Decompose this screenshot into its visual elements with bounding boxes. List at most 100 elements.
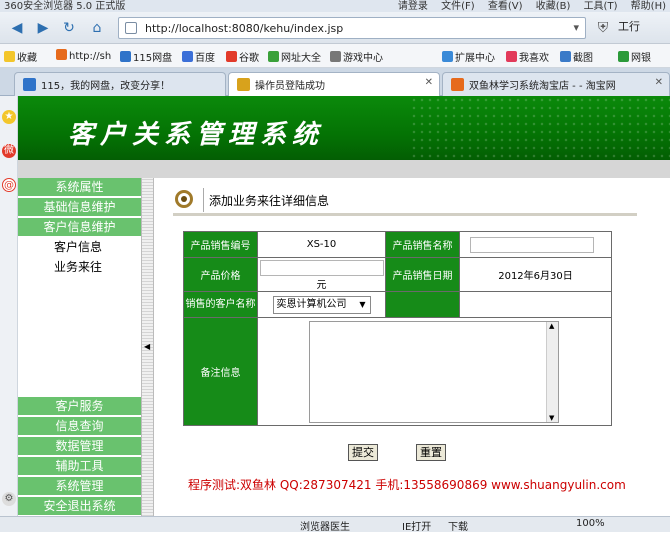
section-title: 添加业务来往详细信息 xyxy=(209,194,330,208)
weibo-icon[interactable]: 微 xyxy=(2,144,16,158)
fav-item-baidu[interactable]: 百度 xyxy=(182,49,215,64)
menu-item-customer-info[interactable]: 客户信息维护 xyxy=(18,218,141,237)
reset-button[interactable]: 重置 xyxy=(416,444,446,461)
status-ie-open[interactable]: IE打开 xyxy=(402,518,431,533)
menu-item-query[interactable]: 信息查询 xyxy=(18,417,141,436)
home-icon[interactable]: ⌂ xyxy=(86,18,108,38)
site-icon xyxy=(120,51,131,62)
price-unit: 元 xyxy=(316,280,327,291)
banner-pattern xyxy=(410,96,670,160)
menu-item-basic-info[interactable]: 基础信息维护 xyxy=(18,198,141,217)
product-id-value: XS-10 xyxy=(257,231,386,258)
tab-login-success[interactable]: 操作员登陆成功 ✕ xyxy=(228,72,440,96)
fav-item-http[interactable]: http://sh xyxy=(56,49,111,62)
address-bar[interactable]: http://localhost:8080/kehu/index.jsp ▾ xyxy=(118,17,586,39)
browser-titlebar: 360安全浏览器 5.0 正式版 请登录 文件(F) 查看(V) 收藏(B) 工… xyxy=(0,0,670,12)
site-icon xyxy=(237,78,250,91)
browser-menubar: 请登录 文件(F) 查看(V) 收藏(B) 工具(T) 帮助(H) xyxy=(388,0,666,12)
fav-item-collect[interactable]: 收藏 xyxy=(4,49,37,64)
menu-item-system-properties[interactable]: 系统属性 xyxy=(18,178,141,197)
browser-navbar: ◀ ▶ ↻ ⌂ http://localhost:8080/kehu/index… xyxy=(0,12,670,44)
site-icon xyxy=(23,78,36,91)
forward-icon[interactable]: ▶ xyxy=(32,18,54,38)
close-icon[interactable]: ✕ xyxy=(425,77,433,88)
scissors-icon xyxy=(560,51,571,62)
price-label: 产品价格 xyxy=(183,257,258,292)
menu-item-logout[interactable]: 安全退出系统 xyxy=(18,497,141,516)
page-icon xyxy=(125,22,137,34)
fav-item-games[interactable]: 游戏中心 xyxy=(330,49,383,64)
gear-icon[interactable]: ⚙ xyxy=(2,492,16,506)
menu-favorites[interactable]: 收藏(B) xyxy=(536,1,571,12)
menu-item-customer-service[interactable]: 客户服务 xyxy=(18,397,141,416)
at-icon[interactable]: @ xyxy=(2,178,16,192)
site-icon xyxy=(268,51,279,62)
puzzle-icon xyxy=(442,51,453,62)
menu-sub-customer-info[interactable]: 客户信息 xyxy=(54,238,102,255)
site-icon xyxy=(226,51,237,62)
menu-item-tools[interactable]: 辅助工具 xyxy=(18,457,141,476)
business-form: 产品销售编号 XS-10 产品销售名称 产品价格 元 产品销售日期 2012年6… xyxy=(183,231,612,426)
refresh-icon[interactable]: ↻ xyxy=(58,18,80,38)
bank-icon xyxy=(618,51,629,62)
menu-view[interactable]: 查看(V) xyxy=(488,1,523,12)
tab-taobao[interactable]: 双鱼林学习系统淘宝店 - - 淘宝网 ✕ xyxy=(442,72,670,96)
remark-textarea[interactable]: ▲ ▼ xyxy=(309,320,559,423)
menu-sub-business[interactable]: 业务来往 xyxy=(54,258,102,275)
sale-date-label: 产品销售日期 xyxy=(385,257,460,292)
customer-select[interactable]: 奕恩计算机公司 ▼ xyxy=(272,295,371,314)
tools-button[interactable]: 工行 xyxy=(618,18,640,34)
fav-item-google[interactable]: 谷歌 xyxy=(226,49,259,64)
menu-item-system-management[interactable]: 系统管理 xyxy=(18,477,141,496)
address-url[interactable]: http://localhost:8080/kehu/index.jsp xyxy=(145,22,343,35)
product-id-label: 产品销售编号 xyxy=(183,231,258,258)
close-icon[interactable]: ✕ xyxy=(655,77,663,88)
customer-label: 销售的客户名称 xyxy=(183,291,258,318)
textarea-scrollbar[interactable]: ▲ ▼ xyxy=(546,321,558,422)
fav-item-extensions[interactable]: 扩展中心 xyxy=(442,49,495,64)
ring-icon xyxy=(175,190,193,208)
site-icon xyxy=(451,78,464,91)
header-separator xyxy=(203,188,204,212)
fav-item-like[interactable]: 我喜欢 xyxy=(506,49,549,64)
product-name-label: 产品销售名称 xyxy=(385,231,460,258)
browser-app-title: 360安全浏览器 5.0 正式版 xyxy=(4,1,126,12)
menu-login[interactable]: 请登录 xyxy=(398,1,428,12)
status-doctor[interactable]: 浏览器医生 xyxy=(300,518,350,533)
menu-item-data-management[interactable]: 数据管理 xyxy=(18,437,141,456)
fav-item-sites[interactable]: 网址大全 xyxy=(268,49,321,64)
remark-label: 备注信息 xyxy=(183,317,258,426)
status-zoom[interactable]: 100% xyxy=(576,518,605,529)
site-icon xyxy=(56,49,67,60)
menu-file[interactable]: 文件(F) xyxy=(441,1,475,12)
menu-tools[interactable]: 工具(T) xyxy=(584,1,618,12)
status-download[interactable]: 下载 xyxy=(448,518,468,533)
footer-contact: 程序测试:双鱼林 QQ:287307421 手机:13558690869 www… xyxy=(188,478,626,492)
price-input[interactable] xyxy=(259,260,384,276)
chevron-down-icon[interactable]: ▾ xyxy=(573,21,579,34)
scroll-down-icon[interactable]: ▼ xyxy=(549,414,554,422)
submit-button[interactable]: 提交 xyxy=(348,444,378,461)
menu-collapse-bar[interactable]: ◀ xyxy=(141,178,154,516)
sale-date-value: 2012年6月30日 xyxy=(459,257,612,292)
scroll-up-icon[interactable]: ▲ xyxy=(549,322,554,330)
fav-item-bank[interactable]: 网银 xyxy=(618,49,651,64)
fav-item-115[interactable]: 115网盘 xyxy=(120,49,172,64)
product-name-input[interactable] xyxy=(470,236,594,253)
back-icon[interactable]: ◀ xyxy=(6,18,28,38)
browser-side-strip: ★ 微 @ ⚙ xyxy=(0,96,18,516)
collapse-arrow-icon[interactable]: ◀ xyxy=(144,342,150,351)
shield-icon[interactable]: ⛨ xyxy=(592,18,614,38)
fav-item-screenshot[interactable]: 截图 xyxy=(560,49,593,64)
chevron-down-icon: ▼ xyxy=(359,299,366,309)
star-icon xyxy=(4,51,15,62)
tab-115[interactable]: 115，我的网盘，改变分享！ xyxy=(14,72,226,96)
favorites-bar: 收藏 http://sh 115网盘 百度 谷歌 网址大全 游戏中心 扩展中心 … xyxy=(0,44,670,68)
menu-help[interactable]: 帮助(H) xyxy=(631,1,666,12)
content-area: 添加业务来往详细信息 产品销售编号 XS-10 产品销售名称 产品价格 元 产品… xyxy=(155,178,670,516)
star-icon[interactable]: ★ xyxy=(2,110,16,124)
heart-icon xyxy=(506,51,517,62)
app-banner: 客户关系管理系统 xyxy=(18,96,670,160)
browser-statusbar: 浏览器医生 IE打开 下载 100% xyxy=(0,516,670,533)
gamepad-icon xyxy=(330,51,341,62)
